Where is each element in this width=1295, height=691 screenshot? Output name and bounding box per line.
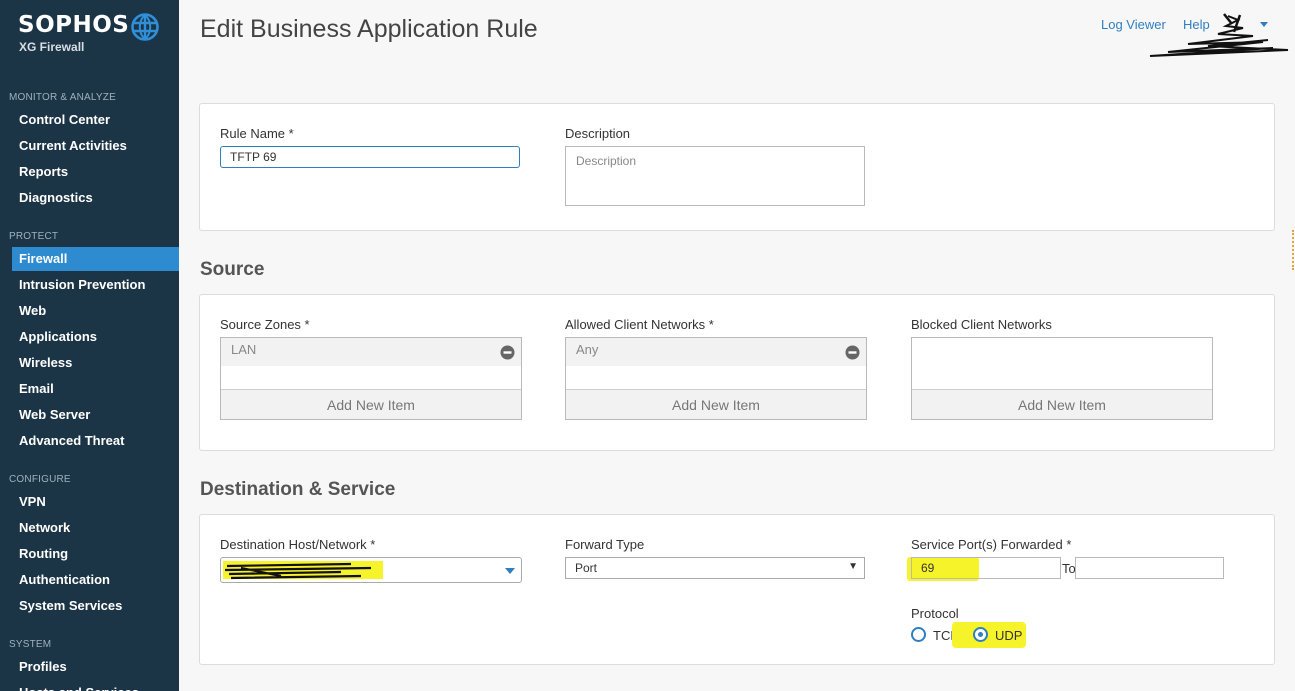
- sidebar-item-firewall[interactable]: Firewall: [12, 247, 179, 271]
- redacted-user-menu[interactable]: [1148, 12, 1295, 58]
- protocol-udp-label: UDP: [995, 628, 1023, 643]
- source-zones-label: Source Zones *: [220, 317, 310, 332]
- sidebar-item-network[interactable]: Network: [12, 516, 179, 540]
- protocol-label: Protocol: [911, 606, 959, 621]
- brand-name: SOPHOS: [18, 12, 130, 38]
- sidebar-item-reports[interactable]: Reports: [12, 160, 179, 184]
- dropdown-arrow-icon: ▼: [848, 561, 858, 572]
- sidebar-item-web-server[interactable]: Web Server: [12, 403, 179, 427]
- add-source-zone-button[interactable]: Add New Item: [221, 389, 521, 419]
- allowed-network-value: Any: [576, 342, 599, 357]
- chevron-down-icon: [505, 568, 515, 574]
- allowed-networks-label: Allowed Client Networks *: [565, 317, 714, 332]
- sidebar-item-intrusion-prevention[interactable]: Intrusion Prevention: [12, 273, 179, 297]
- source-section-title: Source: [200, 259, 265, 280]
- remove-icon[interactable]: [500, 345, 515, 360]
- port-from-value: 69: [921, 561, 935, 575]
- blocked-networks-label: Blocked Client Networks: [911, 317, 1052, 332]
- nav-section-monitor: MONITOR & ANALYZE: [9, 92, 116, 103]
- description-label: Description: [565, 126, 631, 141]
- sophos-logo[interactable]: SOPHOS XG Firewall: [18, 10, 168, 60]
- nav-section-protect: PROTECT: [9, 231, 59, 242]
- sidebar-item-control-center[interactable]: Control Center: [12, 108, 179, 132]
- source-zone-value: LAN: [231, 342, 257, 357]
- port-to-input[interactable]: [1075, 557, 1224, 579]
- forward-type-label: Forward Type: [565, 537, 645, 552]
- nav-section-system: SYSTEM: [9, 639, 52, 650]
- protocol-udp-radio[interactable]: [973, 627, 988, 642]
- port-to-label: To: [1062, 561, 1076, 576]
- sidebar-item-wireless[interactable]: Wireless: [12, 351, 179, 375]
- remove-icon[interactable]: [845, 345, 860, 360]
- protocol-tcp-radio[interactable]: [911, 627, 926, 642]
- service-ports-label: Service Port(s) Forwarded *: [911, 537, 1072, 552]
- sidebar-item-system-services[interactable]: System Services: [12, 594, 179, 618]
- forward-type-value: Port: [575, 561, 598, 575]
- description-textarea[interactable]: Description: [565, 146, 865, 206]
- add-allowed-network-button[interactable]: Add New Item: [566, 389, 866, 419]
- rule-name-label: Rule Name *: [220, 126, 294, 141]
- nav-section-configure: CONFIGURE: [9, 474, 71, 485]
- sidebar-item-profiles[interactable]: Profiles: [12, 655, 179, 679]
- globe-icon: [131, 13, 159, 41]
- destination-host-select[interactable]: [220, 557, 522, 583]
- sidebar-item-routing[interactable]: Routing: [12, 542, 179, 566]
- page-title: Edit Business Application Rule: [200, 15, 538, 43]
- sidebar-item-advanced-threat[interactable]: Advanced Threat: [12, 429, 179, 453]
- sidebar-item-diagnostics[interactable]: Diagnostics: [12, 186, 179, 210]
- list-item: LAN: [221, 338, 521, 366]
- redacted-destination-value: [223, 561, 383, 580]
- sidebar: SOPHOS XG Firewall MONITOR & ANALYZE Con…: [0, 0, 179, 691]
- sidebar-item-authentication[interactable]: Authentication: [12, 568, 179, 592]
- destination-section-title: Destination & Service: [200, 479, 396, 500]
- sidebar-item-applications[interactable]: Applications: [12, 325, 179, 349]
- port-from-input[interactable]: 69: [911, 557, 1061, 579]
- sidebar-item-vpn[interactable]: VPN: [12, 490, 179, 514]
- rule-name-input[interactable]: [220, 146, 520, 168]
- list-item: Any: [566, 338, 866, 366]
- allowed-networks-list: Any Add New Item: [565, 337, 867, 420]
- source-zones-list: LAN Add New Item: [220, 337, 522, 420]
- destination-host-label: Destination Host/Network *: [220, 537, 376, 552]
- radio-selected-dot: [978, 632, 983, 637]
- blocked-networks-list: Add New Item: [911, 337, 1213, 420]
- sidebar-item-current-activities[interactable]: Current Activities: [12, 134, 179, 158]
- forward-type-select[interactable]: Port ▼: [565, 557, 865, 579]
- sidebar-item-web[interactable]: Web: [12, 299, 179, 323]
- sidebar-item-hosts-and-services[interactable]: Hosts and Services: [12, 681, 179, 691]
- product-name: XG Firewall: [19, 40, 85, 54]
- add-blocked-network-button[interactable]: Add New Item: [912, 389, 1212, 419]
- sidebar-item-email[interactable]: Email: [12, 377, 179, 401]
